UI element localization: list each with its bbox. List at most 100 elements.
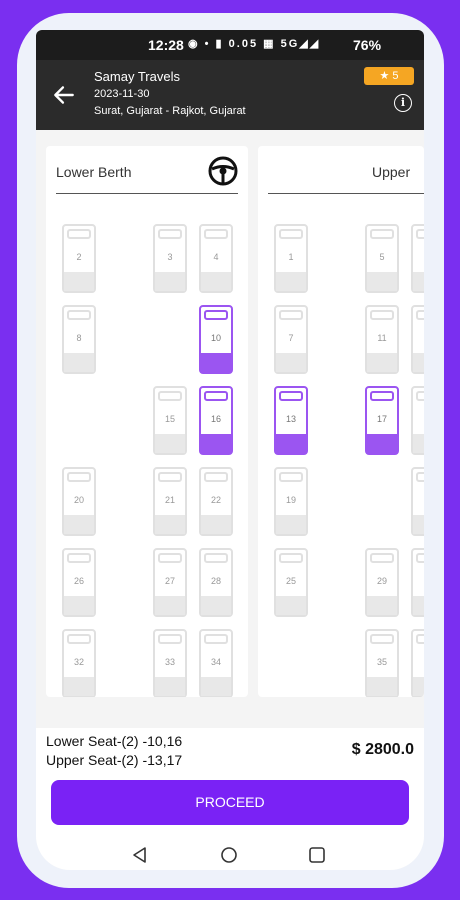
seat-base bbox=[201, 596, 231, 615]
upper-seat[interactable] bbox=[411, 629, 424, 697]
seat-base bbox=[64, 272, 94, 291]
seat-base bbox=[367, 677, 397, 696]
booking-summary-panel: Lower Seat-(2) -10,16 Upper Seat-(2) -13… bbox=[36, 728, 424, 870]
upper-seat-13[interactable]: 13 bbox=[274, 386, 308, 455]
travel-route: Surat, Gujarat - Rajkot, Gujarat bbox=[94, 105, 246, 117]
seat-base bbox=[413, 677, 424, 696]
lower-seat-21[interactable]: 21 bbox=[153, 467, 187, 536]
nav-recents-icon[interactable] bbox=[308, 846, 326, 864]
seat-base bbox=[276, 515, 306, 534]
seat-base bbox=[413, 272, 424, 291]
lower-seat-33[interactable]: 33 bbox=[153, 629, 187, 697]
seat-number: 29 bbox=[376, 576, 387, 586]
lower-seat-20[interactable]: 20 bbox=[62, 467, 96, 536]
lower-berth-deck: Lower Berth 2 3 4 8 10 15 16 20 21 22 26 27 28 32 33 34 bbox=[46, 146, 248, 697]
seat-pillow bbox=[416, 391, 424, 401]
lower-seat-32[interactable]: 32 bbox=[62, 629, 96, 697]
seat-base bbox=[155, 272, 185, 291]
upper-seat[interactable] bbox=[411, 305, 424, 374]
status-bar: 12:28 ◉ • ▮ 0.05 ▦ 5G◢◢ 76% bbox=[36, 30, 424, 60]
upper-seat-5[interactable]: 5 bbox=[365, 224, 399, 293]
seat-base bbox=[367, 596, 397, 615]
lower-seat-26[interactable]: 26 bbox=[62, 548, 96, 617]
seat-number: 35 bbox=[376, 657, 387, 667]
seat-pillow bbox=[279, 472, 303, 482]
seat-pillow bbox=[204, 553, 228, 563]
upper-seat-17[interactable]: 17 bbox=[365, 386, 399, 455]
lower-seat-10[interactable]: 10 bbox=[199, 305, 233, 374]
status-time: 12:28 bbox=[148, 37, 184, 53]
upper-seat[interactable] bbox=[411, 224, 424, 293]
seat-number: 27 bbox=[164, 576, 175, 586]
seat-number: 28 bbox=[210, 576, 221, 586]
lower-seat-4[interactable]: 4 bbox=[199, 224, 233, 293]
proceed-button[interactable]: PROCEED bbox=[51, 780, 409, 825]
upper-seat-11[interactable]: 11 bbox=[365, 305, 399, 374]
seat-pillow bbox=[67, 472, 91, 482]
seat-pillow bbox=[279, 229, 303, 239]
seat-base bbox=[201, 272, 231, 291]
seat-pillow bbox=[416, 310, 424, 320]
seat-pillow bbox=[370, 634, 394, 644]
seat-number: 16 bbox=[210, 414, 221, 424]
seat-pillow bbox=[204, 310, 228, 320]
seat-base bbox=[201, 434, 231, 453]
seat-base bbox=[64, 596, 94, 615]
info-icon[interactable]: i bbox=[394, 94, 412, 112]
upper-seat[interactable] bbox=[411, 467, 424, 536]
seat-number: 34 bbox=[210, 657, 221, 667]
lower-seat-22[interactable]: 22 bbox=[199, 467, 233, 536]
seat-pillow bbox=[158, 553, 182, 563]
travel-date: 2023-11-30 bbox=[94, 88, 150, 100]
upper-seat-29[interactable]: 29 bbox=[365, 548, 399, 617]
seat-pillow bbox=[204, 472, 228, 482]
upper-seat-7[interactable]: 7 bbox=[274, 305, 308, 374]
upper-seat-1[interactable]: 1 bbox=[274, 224, 308, 293]
seat-number: 11 bbox=[377, 333, 387, 343]
seat-number: 17 bbox=[376, 414, 387, 424]
lower-seat-15[interactable]: 15 bbox=[153, 386, 187, 455]
seat-base bbox=[201, 677, 231, 696]
seat-base bbox=[276, 272, 306, 291]
status-icons: ◉ • ▮ 0.05 ▦ 5G◢◢ bbox=[188, 38, 321, 50]
steering-wheel-icon bbox=[208, 156, 238, 186]
seat-number: 20 bbox=[73, 495, 84, 505]
lower-seat-8[interactable]: 8 bbox=[62, 305, 96, 374]
lower-seat-34[interactable]: 34 bbox=[199, 629, 233, 697]
seat-pillow bbox=[204, 634, 228, 644]
nav-home-icon[interactable] bbox=[220, 846, 238, 864]
lower-seat-2[interactable]: 2 bbox=[62, 224, 96, 293]
operator-name: Samay Travels bbox=[94, 69, 180, 84]
upper-seat-35[interactable]: 35 bbox=[365, 629, 399, 697]
upper-berth-title: Upper bbox=[372, 164, 411, 180]
seat-number: 33 bbox=[164, 657, 175, 667]
upper-berth-deck: Upper 1 5 7 11 13 17 19 25 29 35 bbox=[258, 146, 424, 697]
lower-seat-16[interactable]: 16 bbox=[199, 386, 233, 455]
lower-seat-28[interactable]: 28 bbox=[199, 548, 233, 617]
lower-seat-summary: Lower Seat-(2) -10,16 bbox=[46, 733, 183, 749]
lower-berth-title: Lower Berth bbox=[56, 164, 132, 180]
nav-back-icon[interactable] bbox=[131, 846, 149, 864]
seat-pillow bbox=[279, 391, 303, 401]
seat-pillow bbox=[67, 553, 91, 563]
rating-badge: ★ 5 bbox=[364, 67, 414, 85]
seat-pillow bbox=[67, 229, 91, 239]
upper-seat-19[interactable]: 19 bbox=[274, 467, 308, 536]
seat-number: 21 bbox=[164, 495, 175, 505]
seat-base bbox=[413, 434, 424, 453]
arrow-left-icon[interactable] bbox=[51, 82, 77, 108]
seat-pillow bbox=[416, 634, 424, 644]
lower-seat-3[interactable]: 3 bbox=[153, 224, 187, 293]
seat-number: 4 bbox=[213, 252, 219, 262]
seat-base bbox=[64, 677, 94, 696]
seat-number: 19 bbox=[285, 495, 296, 505]
upper-seat[interactable] bbox=[411, 548, 424, 617]
seat-base bbox=[201, 353, 231, 372]
seat-base bbox=[155, 596, 185, 615]
lower-seat-27[interactable]: 27 bbox=[153, 548, 187, 617]
upper-berth-divider bbox=[268, 193, 424, 194]
upper-seat[interactable] bbox=[411, 386, 424, 455]
upper-seat-25[interactable]: 25 bbox=[274, 548, 308, 617]
app-header: Samay Travels 2023-11-30 Surat, Gujarat … bbox=[36, 60, 424, 130]
seat-pillow bbox=[370, 229, 394, 239]
